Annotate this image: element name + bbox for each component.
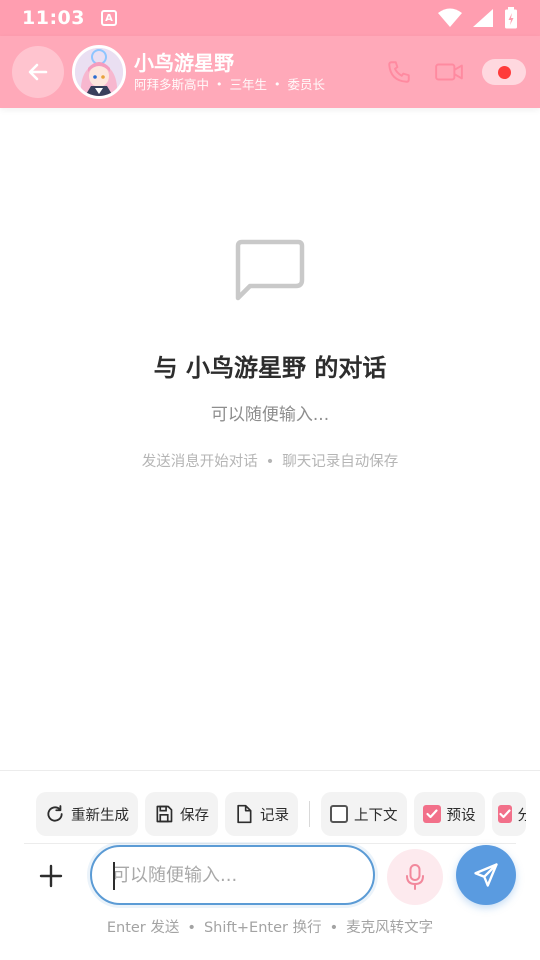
voice-call-button[interactable]	[382, 55, 416, 89]
subtitle-separator: •	[274, 78, 281, 91]
hint-send: Enter 发送	[106, 920, 180, 936]
video-call-button[interactable]	[432, 55, 466, 89]
message-input[interactable]	[90, 845, 375, 905]
empty-state-hint: 发送消息开始对话 • 聊天记录自动保存	[0, 450, 540, 471]
composer-divider	[24, 843, 516, 844]
video-camera-icon	[435, 63, 463, 81]
record-label: 记录	[260, 807, 289, 824]
status-time: 11:03	[22, 7, 85, 29]
preset-toggle[interactable]: 预设	[413, 792, 485, 836]
context-checkbox[interactable]	[330, 805, 348, 823]
refresh-icon	[47, 805, 63, 822]
wifi-icon	[438, 8, 462, 27]
checkmark-icon	[498, 809, 511, 819]
preset-checkbox[interactable]	[422, 805, 441, 823]
chat-bubble-icon	[235, 239, 305, 301]
composer-input-row	[0, 845, 540, 907]
chat-header: 小鸟游星野 阿拜多斯高中 • 三年生 • 委员长	[0, 36, 540, 108]
regenerate-label: 重新生成	[71, 807, 129, 824]
character-avatar-image	[75, 48, 123, 96]
add-attachment-button[interactable]	[36, 861, 66, 891]
paper-plane-icon	[474, 863, 498, 887]
subtitle-grade: 三年生	[229, 77, 268, 92]
composer-hint: Enter 发送 • Shift+Enter 换行 • 麦克风转文字	[0, 916, 540, 937]
save-button[interactable]: 保存	[145, 792, 218, 836]
empty-state-placeholder: 可以随便输入...	[210, 405, 330, 425]
hint-mic: 麦克风转文字	[346, 920, 434, 936]
regenerate-button[interactable]: 重新生成	[36, 792, 138, 836]
chat-empty-state: 与 小鸟游星野 的对话 可以随便输入... 发送消息开始对话 • 聊天记录自动保存	[0, 108, 540, 770]
send-button[interactable]	[456, 845, 516, 905]
extra-toggle[interactable]: 分	[491, 792, 526, 836]
header-actions	[382, 55, 528, 89]
composer-toolbar: 重新生成 保存 记录 上下文 预设 分	[36, 791, 526, 837]
record-toggle[interactable]	[482, 59, 526, 85]
hint-separator: •	[329, 920, 339, 936]
subtitle-separator: •	[216, 78, 223, 91]
app-notification-icon: A	[100, 10, 117, 26]
subtitle-role: 委员长	[287, 77, 326, 92]
avatar[interactable]	[72, 45, 126, 99]
chat-title: 小鸟游星野	[134, 51, 234, 75]
status-indicators	[438, 7, 518, 29]
toolbar-divider	[309, 801, 310, 827]
plus-icon	[39, 864, 63, 888]
context-toggle[interactable]: 上下文	[321, 792, 407, 836]
hint-start-chat: 发送消息开始对话	[141, 454, 258, 470]
phone-icon	[388, 61, 410, 83]
arrow-left-icon	[28, 63, 48, 81]
document-icon	[237, 804, 252, 824]
hint-autosave: 聊天记录自动保存	[282, 454, 399, 470]
floppy-disk-icon	[156, 805, 173, 823]
hint-separator: •	[187, 920, 196, 936]
context-label: 上下文	[354, 807, 398, 824]
status-bar: 11:03 A	[0, 0, 540, 36]
checkmark-icon	[425, 809, 438, 819]
voice-input-button[interactable]	[387, 849, 443, 905]
battery-icon	[505, 7, 517, 29]
hint-separator: •	[265, 454, 275, 470]
chat-title-block: 小鸟游星野 阿拜多斯高中 • 三年生 • 委员长	[134, 50, 325, 94]
record-button[interactable]: 记录	[225, 792, 298, 836]
save-label: 保存	[180, 807, 209, 824]
record-dot-icon	[497, 65, 511, 79]
extra-checkbox[interactable]	[497, 805, 512, 823]
subtitle-school: 阿拜多斯高中	[134, 77, 210, 92]
extra-label: 分	[517, 807, 526, 824]
signal-icon	[473, 9, 493, 27]
chat-subtitle: 阿拜多斯高中 • 三年生 • 委员长	[134, 76, 325, 94]
empty-state-title: 与 小鸟游星野 的对话	[153, 354, 387, 382]
composer-panel: 重新生成 保存 记录 上下文 预设 分 可以随便输入... Enter 发送 •…	[0, 770, 540, 960]
hint-newline: Shift+Enter 换行	[203, 920, 322, 936]
preset-label: 预设	[446, 807, 476, 824]
back-button[interactable]	[12, 46, 64, 98]
text-caret	[113, 862, 115, 890]
microphone-icon	[406, 864, 424, 890]
